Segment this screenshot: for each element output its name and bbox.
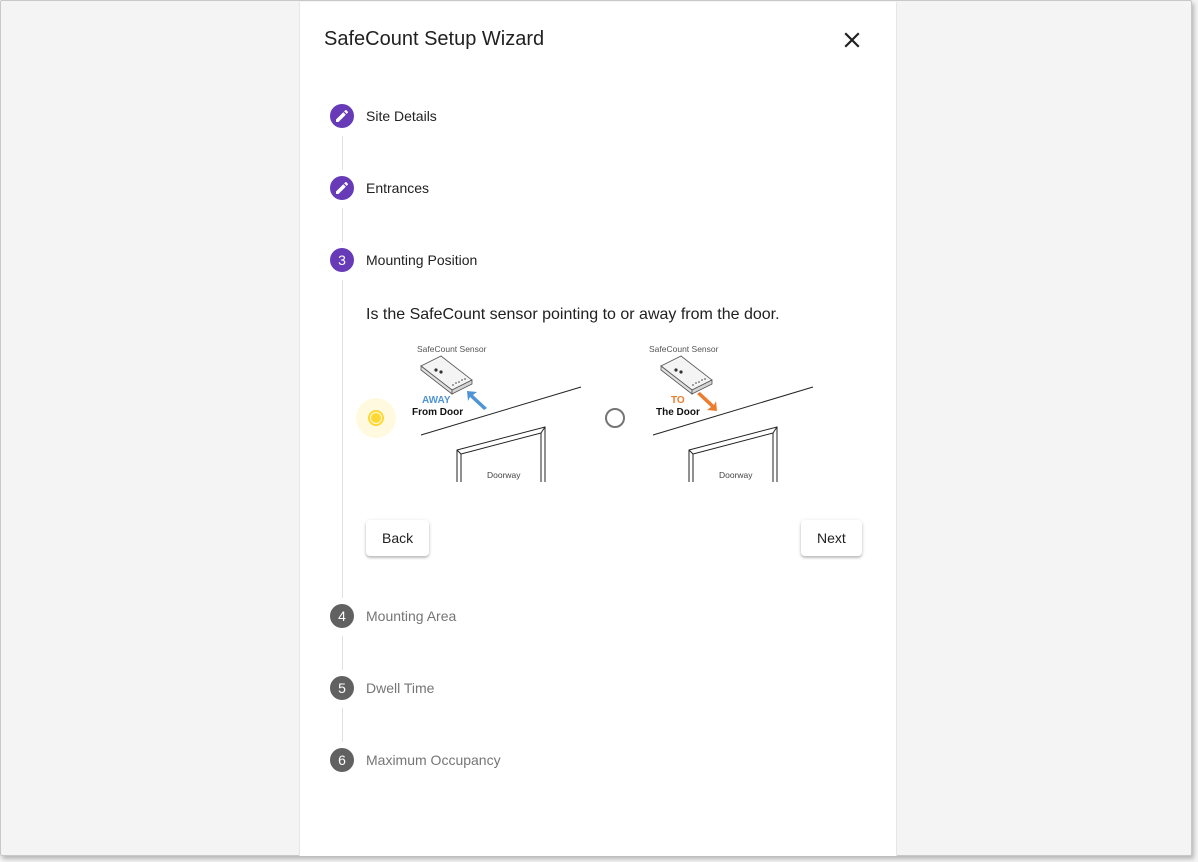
door-label: Doorway [487, 470, 521, 480]
sensor-label: SafeCount Sensor [417, 344, 487, 354]
next-button[interactable]: Next [801, 520, 862, 556]
to-the-door-illustration: SafeCount Sensor TO The Door Doorway [649, 344, 814, 482]
step-dwell-time[interactable]: 5 Dwell Time [330, 676, 434, 700]
step-label: Dwell Time [366, 680, 435, 696]
step-connector [342, 208, 343, 242]
direction-word: AWAY [422, 395, 451, 406]
mounting-question: Is the SafeCount sensor pointing to or a… [366, 306, 780, 323]
step-4-badge: 4 [330, 604, 354, 628]
step-mounting-area[interactable]: 4 Mounting Area [330, 604, 456, 628]
step-label: Mounting Position [366, 252, 478, 268]
step-label: Entrances [366, 180, 430, 196]
pencil-icon [336, 109, 349, 122]
step-label: Site Details [366, 108, 437, 124]
direction-sub: The Door [656, 407, 700, 418]
door-label: Doorway [719, 470, 753, 480]
setup-wizard-dialog: SafeCount Setup Wizard Site Details Entr… [299, 2, 897, 856]
dialog-title: SafeCount Setup Wizard [324, 28, 545, 50]
arrow-icon [467, 391, 487, 410]
step-6-badge: 6 [330, 748, 354, 772]
sensor-device-icon [660, 355, 713, 395]
step-label: Mounting Area [366, 608, 457, 624]
step-connector [342, 636, 343, 670]
back-button[interactable]: Back [366, 520, 430, 556]
away-from-door-illustration: SafeCount Sensor AWAY From Door Doorway [412, 344, 582, 482]
step-connector [342, 708, 343, 742]
away-from-door-radio[interactable] [368, 410, 384, 426]
pencil-icon [336, 181, 349, 194]
close-icon [844, 32, 860, 48]
step-3-badge: 3 [330, 248, 354, 272]
window-frame: SafeCount Setup Wizard Site Details Entr… [0, 0, 1192, 856]
direction-word: TO [671, 395, 685, 406]
step-maximum-occupancy[interactable]: 6 Maximum Occupancy [330, 748, 501, 772]
close-button[interactable] [838, 26, 866, 54]
to-the-door-radio[interactable] [605, 408, 625, 428]
step-5-badge: 5 [330, 676, 354, 700]
step-connector [342, 136, 343, 170]
radio-dot [371, 413, 381, 423]
step-entrances[interactable]: Entrances [330, 176, 429, 200]
direction-sub: From Door [412, 407, 463, 418]
step-1-badge [330, 104, 354, 128]
step-site-details[interactable]: Site Details [330, 104, 437, 128]
step-2-badge [330, 176, 354, 200]
arrow-icon [697, 392, 717, 411]
step-connector [342, 280, 343, 598]
sensor-device-icon [420, 355, 473, 395]
step-mounting-position[interactable]: 3 Mounting Position [330, 248, 477, 272]
step-label: Maximum Occupancy [366, 752, 501, 768]
sensor-label: SafeCount Sensor [649, 344, 719, 354]
